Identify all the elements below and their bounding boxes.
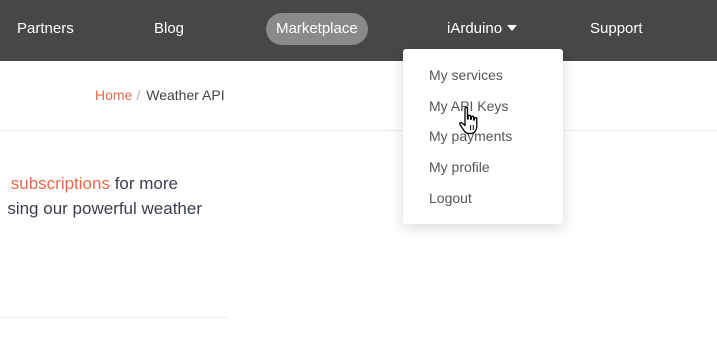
caret-down-icon — [507, 25, 518, 32]
content-divider — [0, 317, 228, 318]
nav-blog[interactable]: Blog — [154, 0, 184, 61]
breadcrumb-separator: / — [136, 87, 141, 103]
menu-item-my-api-keys[interactable]: My API Keys — [429, 96, 508, 116]
breadcrumb: Home / Weather API — [95, 87, 225, 103]
header-divider — [0, 130, 717, 131]
menu-item-my-services[interactable]: My services — [429, 65, 503, 85]
top-navigation: Partners Blog Marketplace iArduino Suppo… — [0, 0, 717, 61]
intro-line-2: sing our powerful weather — [7, 199, 202, 218]
nav-marketplace[interactable]: Marketplace — [266, 13, 368, 45]
menu-item-logout[interactable]: Logout — [429, 188, 472, 208]
intro-text: subscriptions for more sing our powerful… — [0, 171, 240, 231]
user-menu-label: iArduino — [447, 20, 503, 37]
menu-item-my-payments[interactable]: My payments — [429, 126, 512, 146]
user-dropdown-menu: My services My API Keys My payments My p… — [403, 49, 563, 224]
nav-support[interactable]: Support — [590, 0, 643, 61]
breadcrumb-current: Weather API — [146, 87, 225, 103]
intro-line-1: subscriptions for more — [11, 171, 178, 196]
breadcrumb-home-link[interactable]: Home — [95, 87, 132, 103]
intro-line-1-text: for more — [109, 174, 178, 193]
menu-item-my-profile[interactable]: My profile — [429, 157, 490, 177]
nav-partners[interactable]: Partners — [17, 0, 74, 61]
subscriptions-link[interactable]: subscriptions — [11, 174, 110, 193]
